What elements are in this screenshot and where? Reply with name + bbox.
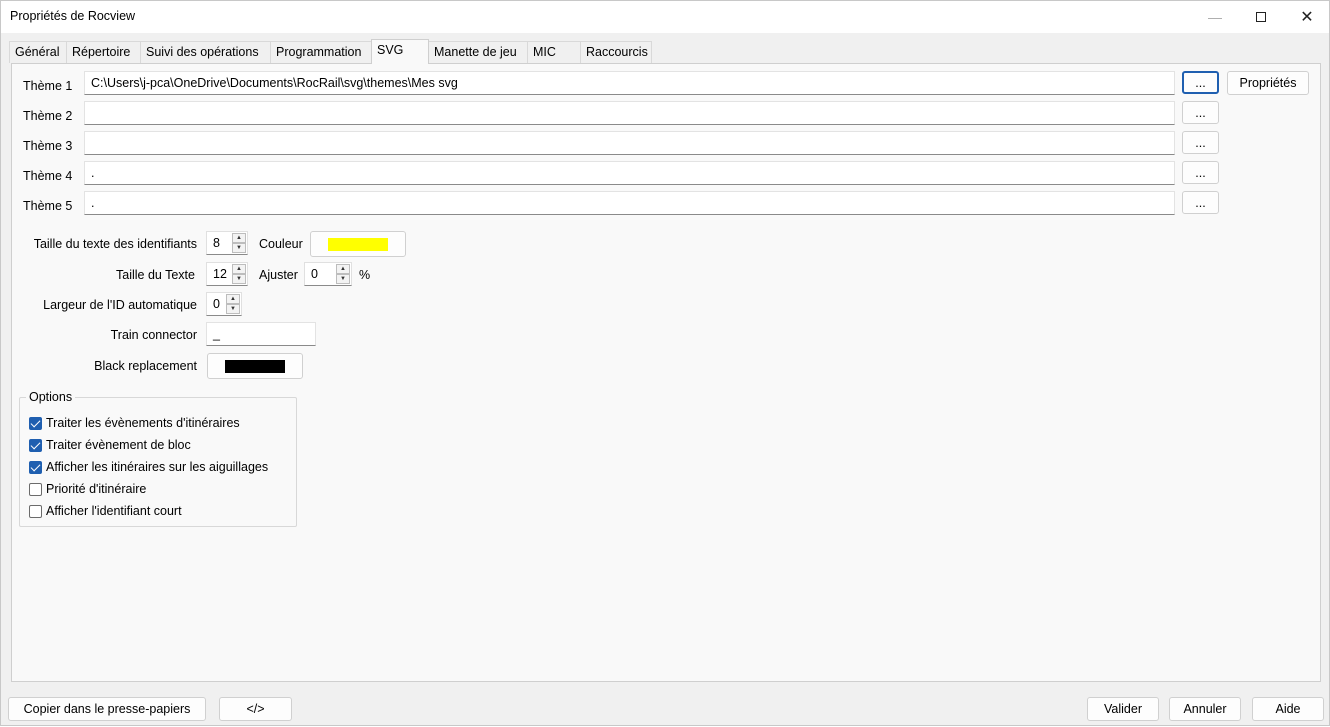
spin-down-icon[interactable]: ▼ — [232, 274, 246, 284]
checkbox-unchecked-icon[interactable] — [29, 504, 42, 518]
cancel-button[interactable]: Annuler — [1169, 697, 1241, 721]
theme-4-browse-button[interactable]: ... — [1182, 161, 1219, 184]
tab-manette-de-jeu[interactable]: Manette de jeu — [428, 41, 528, 63]
auto-id-width-value: 0 — [213, 297, 220, 311]
option-block-event-label: Traiter évènement de bloc — [46, 438, 191, 452]
copy-clipboard-button[interactable]: Copier dans le presse-papiers — [8, 697, 206, 721]
options-group-title: Options — [26, 390, 76, 404]
tab-repertoire[interactable]: Répertoire — [66, 41, 141, 63]
adjust-label: Ajuster — [259, 268, 298, 282]
validate-button[interactable]: Valider — [1087, 697, 1159, 721]
theme-1-input[interactable]: C:\Users\j-pca\OneDrive\Documents\RocRai… — [84, 71, 1175, 95]
option-block-event[interactable]: Traiter évènement de bloc — [29, 437, 191, 453]
checkbox-checked-icon[interactable] — [29, 460, 42, 474]
theme-1-browse-button[interactable]: ... — [1182, 71, 1219, 94]
option-route-priority[interactable]: Priorité d'itinéraire — [29, 481, 146, 497]
option-route-events[interactable]: Traiter les évènements d'itinéraires — [29, 415, 240, 431]
option-short-id-label: Afficher l'identifiant court — [46, 504, 182, 518]
tab-mic[interactable]: MIC — [527, 41, 581, 63]
theme-1-label: Thème 1 — [23, 79, 73, 93]
black-replacement-label: Black replacement — [94, 359, 197, 373]
option-routes-on-switches[interactable]: Afficher les itinéraires sur les aiguill… — [29, 459, 268, 475]
percent-label: % — [359, 268, 371, 282]
theme-3-input[interactable] — [84, 131, 1175, 155]
spin-up-icon[interactable]: ▲ — [232, 264, 246, 274]
spin-down-icon[interactable]: ▼ — [226, 304, 240, 314]
theme-5-browse-button[interactable]: ... — [1182, 191, 1219, 214]
black-replacement-swatch — [225, 360, 285, 373]
spin-down-icon[interactable]: ▼ — [336, 274, 350, 284]
option-route-events-label: Traiter les évènements d'itinéraires — [46, 416, 240, 430]
spin-up-icon[interactable]: ▲ — [226, 294, 240, 304]
theme-3-browse-button[interactable]: ... — [1182, 131, 1219, 154]
maximize-button[interactable] — [1238, 1, 1284, 33]
adjust-spinner[interactable]: 0 ▲ ▼ — [304, 262, 352, 286]
adjust-value: 0 — [311, 267, 318, 281]
train-connector-label: Train connector — [110, 328, 197, 342]
tab-svg[interactable]: SVG — [371, 39, 429, 64]
minimize-button[interactable]: — — [1192, 1, 1238, 33]
options-group: Options Traiter les évènements d'itinéra… — [19, 390, 297, 527]
tab-suivi-operations[interactable]: Suivi des opérations — [140, 41, 271, 63]
theme-2-label: Thème 2 — [23, 109, 73, 123]
id-text-size-value: 8 — [213, 236, 220, 250]
xml-button[interactable]: </> — [219, 697, 292, 721]
close-icon: ✕ — [1300, 9, 1314, 26]
option-routes-on-switches-label: Afficher les itinéraires sur les aiguill… — [46, 460, 269, 474]
window-title: Propriétés de Rocview — [10, 9, 136, 23]
theme-4-input[interactable]: . — [84, 161, 1175, 185]
theme-4-label: Thème 4 — [23, 169, 73, 183]
theme-5-input[interactable]: . — [84, 191, 1175, 215]
black-replacement-button[interactable] — [207, 353, 303, 379]
checkbox-checked-icon[interactable] — [29, 416, 42, 430]
theme-2-input[interactable] — [84, 101, 1175, 125]
dialog-footer: Copier dans le presse-papiers </> Valide… — [1, 691, 1329, 727]
tab-programmation[interactable]: Programmation — [270, 41, 372, 63]
text-color-button[interactable] — [310, 231, 406, 257]
checkbox-checked-icon[interactable] — [29, 438, 42, 452]
theme-2-browse-button[interactable]: ... — [1182, 101, 1219, 124]
tab-general[interactable]: Général — [9, 41, 67, 63]
svg-tab-panel: Thème 1 C:\Users\j-pca\OneDrive\Document… — [11, 63, 1321, 682]
id-text-size-label: Taille du texte des identifiants — [33, 237, 197, 251]
close-button[interactable]: ✕ — [1284, 1, 1330, 33]
title-bar: Propriétés de Rocview — ✕ — [1, 1, 1329, 33]
checkbox-unchecked-icon[interactable] — [29, 482, 42, 496]
tab-raccourcis[interactable]: Raccourcis — [580, 41, 652, 63]
theme-3-label: Thème 3 — [23, 139, 73, 153]
train-connector-input[interactable]: _ — [206, 322, 316, 346]
auto-id-width-label: Largeur de l'ID automatique — [43, 298, 197, 312]
maximize-icon — [1256, 12, 1266, 22]
help-button[interactable]: Aide — [1252, 697, 1324, 721]
spin-up-icon[interactable]: ▲ — [232, 233, 246, 243]
text-size-spinner[interactable]: 12 ▲ ▼ — [206, 262, 248, 286]
spin-up-icon[interactable]: ▲ — [336, 264, 350, 274]
minimize-icon: — — [1208, 9, 1222, 25]
text-color-swatch — [328, 238, 388, 251]
option-short-id[interactable]: Afficher l'identifiant court — [29, 503, 182, 519]
properties-window: Propriétés de Rocview — ✕ Général Répert… — [0, 0, 1330, 726]
theme-properties-button[interactable]: Propriétés — [1227, 71, 1309, 95]
text-size-value: 12 — [213, 267, 227, 281]
color-label: Couleur — [259, 237, 303, 251]
option-route-priority-label: Priorité d'itinéraire — [46, 482, 147, 496]
auto-id-width-spinner[interactable]: 0 ▲ ▼ — [206, 292, 242, 316]
spin-down-icon[interactable]: ▼ — [232, 243, 246, 253]
text-size-label: Taille du Texte — [116, 268, 195, 282]
id-text-size-spinner[interactable]: 8 ▲ ▼ — [206, 231, 248, 255]
theme-5-label: Thème 5 — [23, 199, 73, 213]
